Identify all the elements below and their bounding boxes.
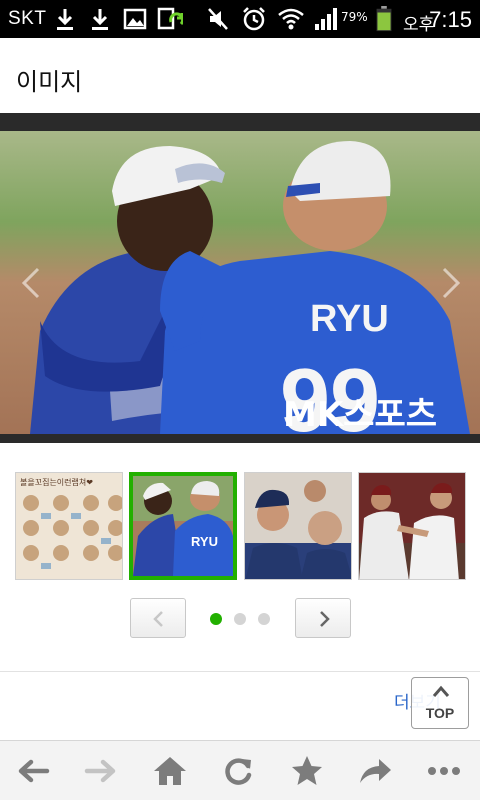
download-icon bbox=[57, 9, 73, 30]
thumbnail-image: RYU bbox=[133, 476, 233, 576]
watermark: MK스포츠 bbox=[283, 395, 437, 434]
clock: 7:15 bbox=[429, 7, 472, 32]
thumbnail-caption: RYU bbox=[191, 534, 218, 549]
thumbnail-image bbox=[245, 473, 351, 579]
page-title: 이미지 bbox=[16, 68, 83, 96]
jersey-name: RYU bbox=[310, 298, 389, 340]
share-icon[interactable] bbox=[355, 753, 395, 789]
thumbnail-caption: 볼을꼬집는이런랩쳐❤ bbox=[20, 477, 93, 487]
download-icon bbox=[92, 9, 108, 30]
next-page-button[interactable] bbox=[295, 598, 351, 638]
battery-percent: 79% bbox=[341, 10, 368, 24]
prev-page-button[interactable] bbox=[130, 598, 186, 638]
top-label: TOP bbox=[425, 705, 455, 721]
chevron-left-icon bbox=[153, 611, 163, 627]
thumbnail-image: 볼을꼬집는이런랩쳐❤ bbox=[16, 473, 122, 579]
image-viewer: RYU 99 MK스포츠 bbox=[0, 113, 480, 443]
status-bar: SKT 79% 오후 7:15 bbox=[0, 0, 480, 38]
thumbnail-3[interactable] bbox=[244, 472, 352, 580]
mute-icon bbox=[208, 8, 228, 30]
page-dot-2[interactable] bbox=[234, 613, 246, 625]
alarm-icon bbox=[243, 7, 265, 31]
page-dot-3[interactable] bbox=[258, 613, 270, 625]
chevron-right-icon bbox=[320, 611, 330, 627]
thumbnail-4[interactable] bbox=[358, 472, 466, 580]
thumbnail-strip: 볼을꼬집는이런랩쳐❤ RYU bbox=[15, 472, 466, 580]
thumbnail-image bbox=[359, 473, 465, 579]
battery-icon bbox=[376, 6, 392, 32]
thumbnail-1[interactable]: 볼을꼬집는이런랩쳐❤ bbox=[15, 472, 123, 580]
home-icon[interactable] bbox=[150, 753, 190, 789]
main-photo[interactable]: RYU 99 MK스포츠 bbox=[0, 131, 480, 434]
baseball-photo: RYU 99 MK스포츠 bbox=[0, 131, 480, 434]
page-dot-1[interactable] bbox=[210, 613, 222, 625]
chevron-left-icon[interactable] bbox=[16, 263, 46, 303]
scroll-top-button[interactable]: TOP bbox=[411, 677, 469, 729]
bookmark-icon[interactable] bbox=[287, 753, 327, 789]
back-icon[interactable] bbox=[13, 753, 53, 789]
image-icon bbox=[123, 8, 147, 30]
divider bbox=[0, 671, 480, 672]
sync-icon bbox=[157, 7, 183, 30]
wifi-icon bbox=[278, 8, 304, 30]
chevron-up-icon bbox=[432, 685, 450, 697]
forward-icon[interactable] bbox=[81, 753, 121, 789]
browser-toolbar bbox=[0, 740, 480, 800]
more-icon[interactable] bbox=[424, 753, 464, 789]
refresh-icon[interactable] bbox=[218, 753, 258, 789]
carrier-label: SKT bbox=[8, 8, 47, 29]
signal-icon bbox=[315, 8, 337, 30]
thumbnail-2[interactable]: RYU bbox=[129, 472, 237, 580]
chevron-right-icon[interactable] bbox=[436, 263, 466, 303]
